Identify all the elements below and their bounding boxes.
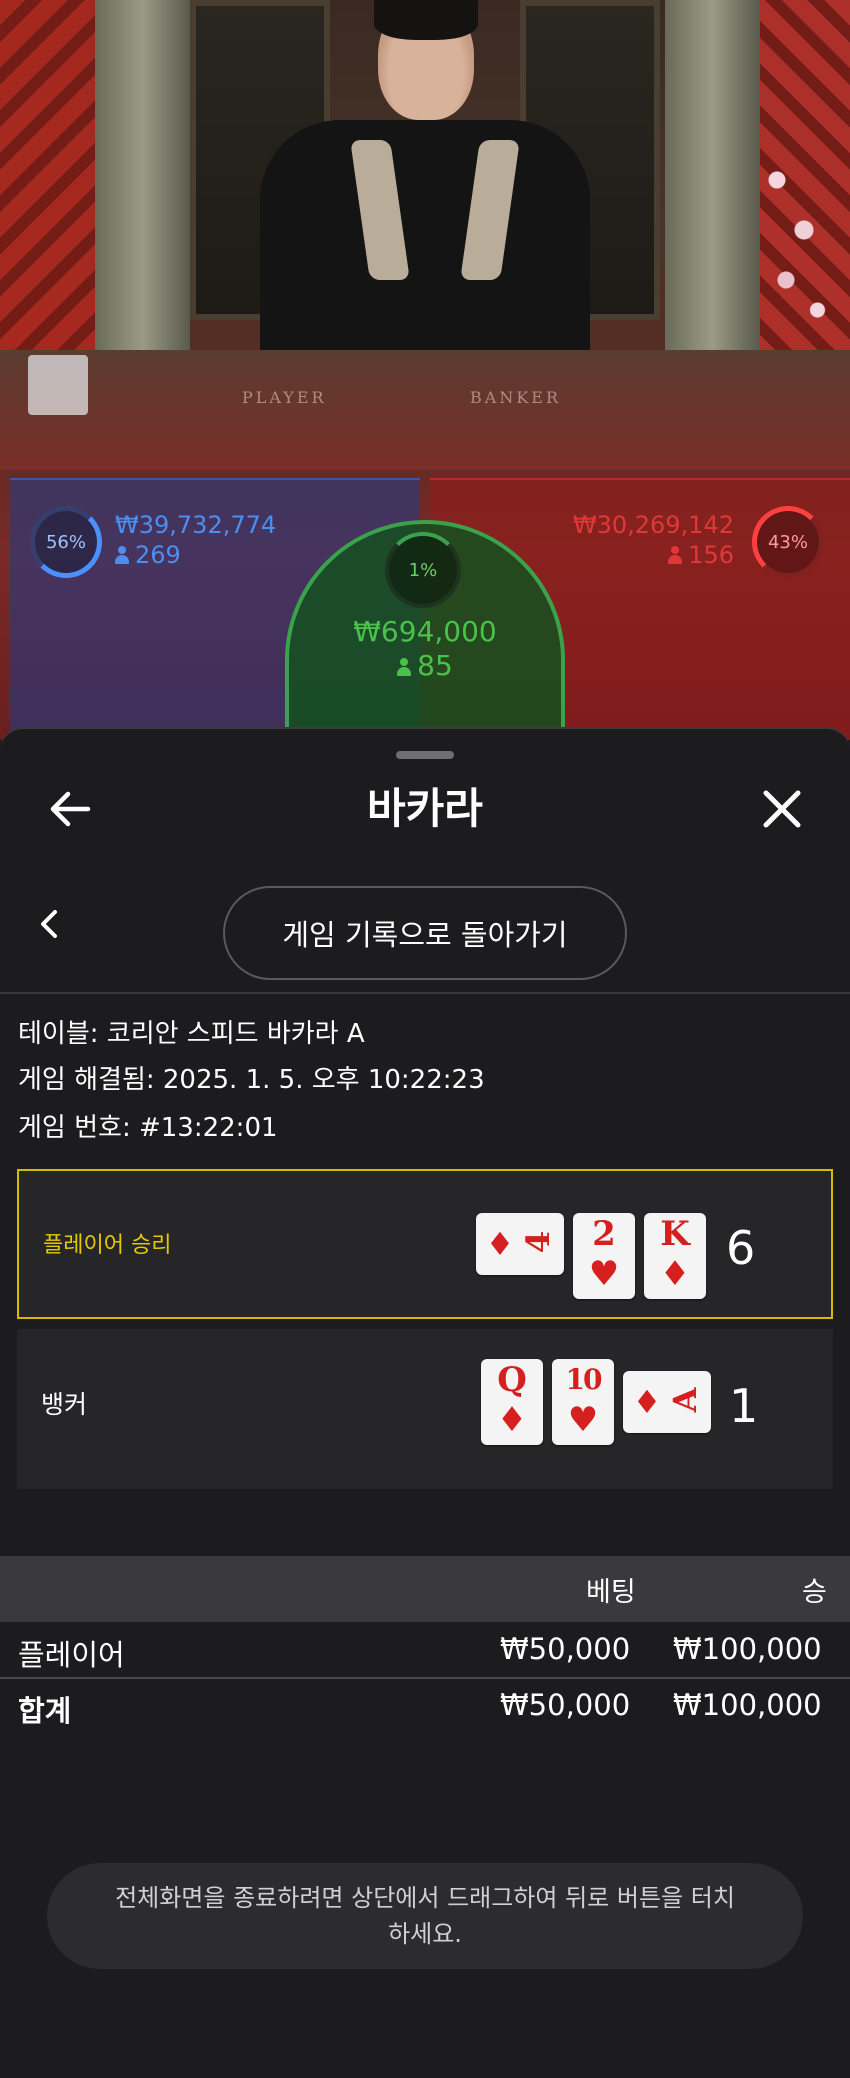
sheet-drag-handle[interactable] — [396, 751, 454, 759]
card-rank: Q — [497, 1360, 527, 1400]
tie-bettor-count: 85 — [417, 649, 453, 682]
tie-bet-summary: ₩694,000 85 — [330, 615, 520, 683]
close-button[interactable] — [752, 779, 812, 839]
card-suit: ♦ — [659, 1254, 691, 1294]
banker-percent-ring: 43% — [752, 506, 824, 578]
previous-button[interactable] — [30, 904, 70, 944]
table-felt — [0, 350, 850, 470]
card-suit: ♥ — [567, 1400, 599, 1440]
decor-pillar — [95, 0, 190, 350]
bet-amount: ₩50,000 — [500, 1632, 631, 1666]
live-video: PLAYER BANKER 56% 43% 1% ₩39,732,774 269… — [0, 0, 850, 740]
decor-blossom — [750, 140, 840, 340]
total-win-amount: ₩100,000 — [673, 1688, 822, 1722]
table-name: 테이블: 코리안 스피드 바카라 A — [18, 1019, 365, 1049]
app-root: PLAYER BANKER 56% 43% 1% ₩39,732,774 269… — [0, 0, 850, 2078]
card-suit: ♦ — [632, 1383, 662, 1421]
game-resolved-time: 게임 해결됨: 2025. 1. 5. 오후 10:22:23 — [18, 1065, 485, 1095]
card-rank: K — [660, 1214, 690, 1254]
card-rank: 2 — [592, 1214, 616, 1254]
player-percent: 56% — [45, 531, 86, 553]
banker-bet-summary: ₩30,269,142 156 — [573, 510, 734, 570]
banker-total-amount: ₩30,269,142 — [572, 511, 734, 539]
card-suit: ♥ — [588, 1254, 620, 1294]
fullscreen-hint-toast: 전체화면을 종료하려면 상단에서 드래그하여 뒤로 버튼을 터치하세요. — [47, 1863, 803, 1969]
divider — [0, 992, 850, 994]
player-score: 6 — [726, 1221, 756, 1275]
chevron-left-icon — [41, 910, 57, 938]
banker-score: 1 — [729, 1379, 759, 1433]
banker-hand-label: 뱅커 — [41, 1390, 88, 1419]
page-title: 바카라 — [367, 784, 483, 833]
bets-table-header: 베팅 승 — [0, 1556, 850, 1622]
column-win: 승 — [802, 1577, 827, 1608]
divider — [0, 1677, 850, 1679]
history-sheet: 바카라 게임 기록으로 돌아가기 테이블: 코리안 스피드 바카라 A 게임 해… — [0, 727, 850, 2078]
card: K ♦ — [644, 1213, 706, 1299]
decor-pillar — [665, 0, 760, 350]
player-hand: 플레이어 승리 ♦ 4 2 ♥ K ♦ 6 — [17, 1169, 833, 1319]
card: A ♦ — [623, 1371, 711, 1433]
banker-hand: 뱅커 Q ♦ 10 ♥ A ♦ 1 — [17, 1329, 833, 1489]
column-bet: 베팅 — [586, 1577, 636, 1608]
card: 10 ♥ — [552, 1359, 614, 1445]
dealer-hair — [374, 0, 478, 40]
close-icon — [763, 790, 801, 828]
banker-bettor-count: 156 — [688, 541, 734, 569]
table-player-label: PLAYER — [242, 388, 327, 407]
tie-percent: 1% — [408, 559, 438, 581]
banker-bettor-count-row: 156 — [573, 540, 734, 570]
player-bettor-count: 269 — [135, 541, 181, 569]
card-suit: ♦ — [496, 1400, 528, 1440]
table-row: 플레이어 ₩50,000 ₩100,000 — [0, 1632, 850, 1682]
table-banker-label: BANKER — [470, 388, 561, 407]
card-rank: A — [666, 1387, 704, 1413]
player-hand-label: 플레이어 승리 — [43, 1233, 172, 1258]
player-bet-summary: ₩39,732,774 269 — [115, 510, 276, 570]
card: Q ♦ — [481, 1359, 543, 1445]
card-shoe — [28, 355, 88, 415]
tie-total-amount: ₩694,000 — [353, 615, 497, 648]
back-to-history-button[interactable]: 게임 기록으로 돌아가기 — [223, 886, 627, 980]
person-icon — [397, 658, 412, 676]
game-number: 게임 번호: #13:22:01 — [18, 1113, 278, 1143]
card-suit: ♦ — [485, 1225, 515, 1263]
card: ♦ 4 — [476, 1213, 564, 1275]
card: 2 ♥ — [573, 1213, 635, 1299]
card-rank: 4 — [519, 1230, 557, 1254]
card-rank: 10 — [565, 1363, 603, 1396]
person-icon — [668, 546, 683, 564]
total-bet-amount: ₩50,000 — [500, 1688, 631, 1722]
player-bettor-count-row: 269 — [115, 540, 276, 570]
tie-bettor-count-row: 85 — [330, 649, 520, 683]
win-amount: ₩100,000 — [673, 1632, 822, 1666]
bet-name: 플레이어 — [18, 1638, 125, 1672]
banker-percent: 43% — [767, 531, 808, 553]
player-total-amount: ₩39,732,774 — [115, 511, 277, 539]
player-percent-ring: 56% — [30, 506, 102, 578]
decor-wall — [0, 0, 95, 360]
total-row: 합계 ₩50,000 ₩100,000 — [0, 1688, 850, 1738]
tie-percent-ring: 1% — [385, 532, 461, 608]
person-icon — [115, 546, 129, 564]
total-name: 합계 — [18, 1694, 72, 1728]
